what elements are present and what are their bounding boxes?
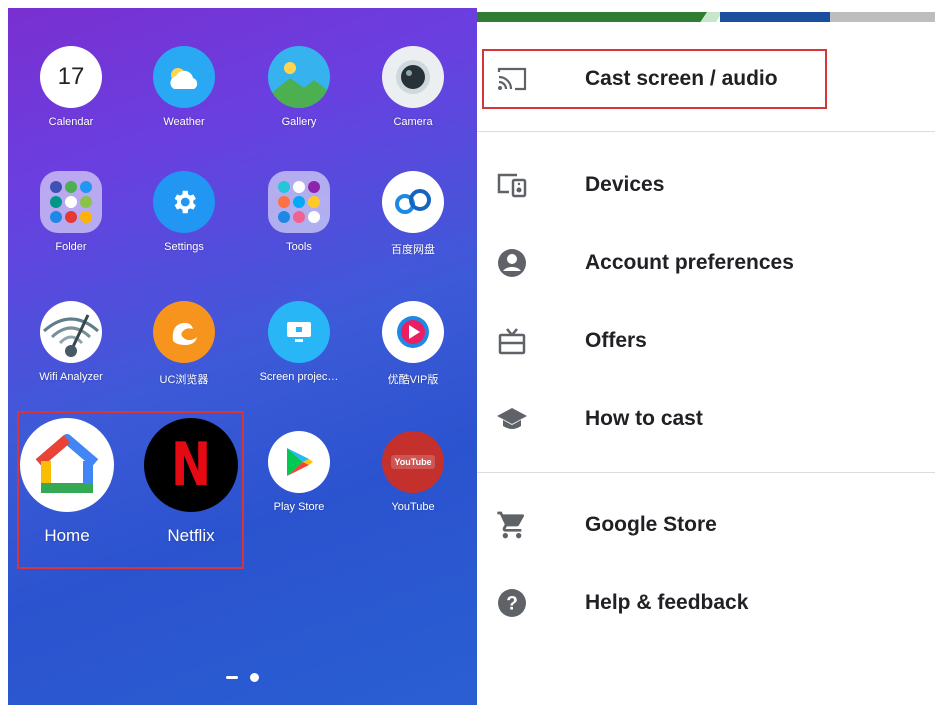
menu-item-how-to-cast[interactable]: How to cast [477,389,935,449]
app-label: Calendar [48,116,94,128]
app-calendar[interactable]: 17 Calendar [16,46,126,128]
account-icon [495,246,529,280]
calendar-icon: 17 [40,46,102,108]
app-label: Home [44,526,90,545]
android-home-screen: 17 Calendar Weather Gallery Camera Folde… [8,8,477,705]
help-icon: ? [495,586,529,620]
app-google-home[interactable]: Home [12,418,122,546]
netflix-logo-glyph: N [170,430,212,500]
offers-icon [495,324,529,358]
app-label: Weather [163,116,205,128]
screen-projection-icon [268,301,330,363]
app-label: UC浏览器 [159,374,209,386]
youtube-icon: YouTube [382,431,444,493]
app-label: YouTube [391,501,435,513]
app-uc-browser[interactable]: UC浏览器 [129,301,239,387]
app-label: Tools [286,241,312,253]
menu-item-help-feedback[interactable]: ? Help & feedback [477,573,935,633]
app-netflix[interactable]: N Netflix [136,418,246,546]
devices-icon [495,168,529,202]
menu-item-account-preferences[interactable]: Account preferences [477,233,935,293]
youtube-logo-text: YouTube [391,455,435,469]
app-youtube[interactable]: YouTube YouTube [358,431,468,513]
app-tools[interactable]: Tools [244,171,354,253]
menu-item-google-store[interactable]: Google Store [477,495,935,555]
netflix-icon: N [144,418,238,512]
app-screen-projection[interactable]: Screen projec… [244,301,354,383]
app-label: Play Store [273,501,325,513]
school-icon [495,402,529,436]
menu-item-offers[interactable]: Offers [477,311,935,371]
play-store-icon [268,431,330,493]
menu-item-label: How to cast [585,407,703,430]
camera-icon [382,46,444,108]
app-label: Settings [164,241,204,253]
svg-text:?: ? [506,594,518,615]
menu-item-label: Devices [585,173,665,196]
app-weather[interactable]: Weather [129,46,239,128]
folder-icon [40,171,102,233]
gear-icon [153,171,215,233]
app-folder[interactable]: Folder [16,171,126,253]
app-label: Camera [393,116,433,128]
app-youku[interactable]: 优酷VIP版 [358,301,468,387]
app-label: Folder [55,241,87,253]
app-settings[interactable]: Settings [129,171,239,253]
cast-menu-panel: Cast screen / audio Devices Account pref… [477,0,935,713]
app-label: Screen projec… [259,371,339,383]
calendar-date-text: 17 [57,63,85,90]
app-label: 百度网盘 [391,244,435,256]
menu-item-label: Cast screen / audio [585,67,778,90]
page-dot-inactive [225,676,238,680]
app-camera[interactable]: Camera [358,46,468,128]
app-label: Netflix [167,526,215,545]
menu-item-label: Google Store [585,513,717,536]
menu-item-label: Offers [585,329,647,352]
baidu-netdisk-icon [382,171,444,233]
app-play-store[interactable]: Play Store [244,431,354,513]
app-label: Gallery [281,116,317,128]
app-gallery[interactable]: Gallery [244,46,354,128]
app-wifi-analyzer[interactable]: Wifi Analyzer [16,301,126,383]
uc-browser-icon [153,301,215,363]
cast-icon [495,62,529,96]
wifi-analyzer-icon [40,301,102,363]
menu-item-cast-screen[interactable]: Cast screen / audio [477,49,935,109]
menu-item-label: Help & feedback [585,591,749,614]
page-indicator [8,669,477,687]
weather-icon [153,46,215,108]
page-dot-active [250,673,260,683]
folder-icon [268,171,330,233]
menu-divider [477,131,935,132]
app-baidu-netdisk[interactable]: 百度网盘 [358,171,468,257]
app-label: 优酷VIP版 [387,374,439,386]
menu-divider [477,472,935,473]
menu-item-label: Account preferences [585,251,794,274]
youku-icon [382,301,444,363]
app-label: Wifi Analyzer [39,371,103,383]
header-color-strip [477,0,935,24]
shopping-cart-icon [495,508,529,542]
gallery-icon [268,46,330,108]
google-home-icon [20,418,114,512]
menu-item-devices[interactable]: Devices [477,155,935,215]
